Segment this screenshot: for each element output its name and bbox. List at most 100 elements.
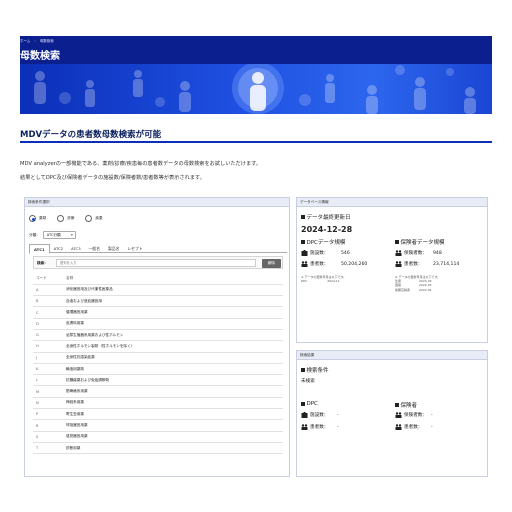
tab-receipt[interactable]: レセプト: [123, 244, 146, 252]
row-code: J: [33, 352, 63, 364]
radio-treatment[interactable]: [57, 215, 65, 222]
chevron-down-icon: ▾: [70, 233, 73, 237]
search-condition-title: 検索条件: [301, 366, 329, 374]
note-value: 2024-11: [327, 279, 340, 284]
radio-label: 疾患: [95, 216, 103, 220]
table-row[interactable]: G 泌尿生殖器系用薬および性ホルモン: [33, 329, 283, 342]
row-name: 感覚器官用薬: [63, 431, 283, 443]
row-name: 神経系用薬: [63, 397, 283, 410]
result-insurer-title: 保険者: [395, 401, 417, 409]
row-name: 全身性抗感染症薬: [63, 352, 283, 364]
row-code: G: [33, 329, 63, 342]
bullet-square-icon: [395, 403, 399, 407]
note-key: DPC: [301, 279, 308, 284]
breadcrumb-current: 母数検索: [39, 39, 54, 43]
panel-header: データベース情報: [297, 198, 487, 207]
table-row[interactable]: P 寄生虫用薬: [33, 408, 283, 421]
clear-button[interactable]: 解除: [262, 258, 281, 268]
tab-atc2[interactable]: ATC2: [50, 244, 67, 252]
table-row[interactable]: K 輸液用薬剤: [33, 363, 283, 376]
table-row[interactable]: B 血液および造血器官用: [33, 295, 283, 308]
bullet-square-icon: [301, 368, 305, 372]
dpc-patient-value: 50,204,260: [341, 261, 368, 267]
result-insurer-count-value: -: [431, 412, 433, 418]
dpc-facility-label: 施設数：: [310, 251, 329, 256]
radio-drug[interactable]: [29, 215, 36, 222]
row-name: 全身性ホルモン製剤（性ホルモンを除く）: [63, 340, 283, 353]
tab-atc3[interactable]: ATC3: [67, 244, 84, 252]
classification-row: 分類： ATC分類 ▾: [29, 231, 76, 239]
keyword-label: 検索：: [37, 260, 48, 265]
page-title: 母数検索: [20, 51, 60, 62]
table-row[interactable]: A 消化器官用及び代謝性医薬品: [33, 284, 283, 297]
table-row[interactable]: S 感覚器官用薬: [33, 431, 283, 443]
table-row[interactable]: J 全身性抗感染症薬: [33, 352, 283, 364]
result-insurer-label: 保険者: [400, 403, 418, 409]
dpc-scale-title: DPCデータ規模: [301, 238, 345, 246]
people-icon: [395, 424, 402, 430]
row-name: 皮膚科用薬: [63, 318, 283, 330]
note-text: ※ データの更新年月は以下です。: [395, 275, 441, 279]
last-update-label: データ最終更新日: [306, 215, 351, 221]
insurer-count-value: 948: [433, 250, 442, 256]
last-update-date: 2024-12-28: [301, 225, 353, 234]
table-header-row: コード 名称: [33, 273, 283, 285]
table-row[interactable]: H 全身性ホルモン製剤（性ホルモンを除く）: [33, 340, 283, 353]
table-row[interactable]: L 抗腫瘍薬および免疫調節剤: [33, 374, 283, 387]
classification-value: ATC分類: [46, 233, 61, 237]
result-dpc-facility-stat: 施設数： -: [301, 412, 339, 418]
classification-select[interactable]: ATC分類 ▾: [42, 231, 76, 239]
row-code: L: [33, 374, 63, 387]
building-icon: [301, 250, 308, 256]
bullet-square-icon: [301, 215, 305, 219]
row-name: 血液および造血器官用: [63, 295, 283, 308]
radio-disease[interactable]: [85, 215, 93, 222]
dpc-patient-stat: 患者数： 50,204,260: [301, 261, 367, 267]
table-row[interactable]: M 筋骨格系用薬: [33, 385, 283, 398]
row-code: N: [33, 397, 63, 410]
table-row[interactable]: C 循環器官用薬: [33, 306, 283, 319]
row-name: 呼吸器官用薬: [63, 419, 283, 432]
people-icon: [301, 261, 308, 267]
tab-generic-name[interactable]: 一般名: [85, 244, 104, 252]
tab-product-name[interactable]: 製品名: [104, 244, 123, 252]
search-condition-panel: 検索条件選択 薬剤 診療 疾患 分類： ATC分類 ▾ ATC1 ATC2 AT…: [24, 197, 290, 477]
row-name: 抗腫瘍薬および免疫調節剤: [63, 374, 283, 387]
result-insurer-count-stat: 保険者数： -: [395, 412, 433, 418]
table-row[interactable]: T 診断用薬: [33, 442, 283, 455]
result-insurer-patient-label: 患者数：: [404, 425, 423, 430]
note-value: 2022-05: [419, 287, 432, 292]
panel-header: 検索条件選択: [25, 198, 289, 207]
breadcrumb-home-link[interactable]: ホーム: [20, 39, 30, 43]
result-dpc-label: DPC: [306, 401, 318, 407]
row-code: S: [33, 431, 63, 443]
row-code: H: [33, 340, 63, 353]
people-icon: [395, 250, 402, 256]
row-name: 消化器官用及び代謝性医薬品: [63, 284, 283, 297]
table-row[interactable]: N 神経系用薬: [33, 397, 283, 410]
keyword-search-box: 検索： 解除: [33, 256, 283, 269]
search-condition-value: 未検索: [301, 379, 315, 384]
database-info-panel: データベース情報 データ最終更新日 2024-12-28 DPCデータ規模 施設…: [296, 197, 488, 343]
note-key: 後期高齢者: [395, 287, 411, 292]
hero-banner: [20, 64, 492, 114]
table-row[interactable]: R 呼吸器官用薬: [33, 419, 283, 432]
table-row[interactable]: D 皮膚科用薬: [33, 318, 283, 330]
bullet-square-icon: [301, 240, 305, 244]
row-code: R: [33, 419, 63, 432]
section-title: MDVデータの患者数母数検索が可能: [20, 130, 162, 140]
result-dpc-title: DPC: [301, 401, 318, 407]
result-facility-label: 施設数：: [310, 413, 329, 418]
dpc-scale-label: DPCデータ規模: [306, 240, 346, 246]
insurer-update-note: ※ データの更新年月は以下です。 生保 2024-09 国保 2022-05 後期高…: [395, 275, 440, 292]
breadcrumb: ホーム › 母数検索: [20, 39, 54, 44]
insurer-count-label: 保険者数：: [404, 251, 427, 256]
tab-atc1[interactable]: ATC1: [29, 244, 50, 254]
result-patient-value: -: [337, 424, 339, 430]
people-icon: [395, 412, 402, 418]
keyword-input[interactable]: [56, 259, 256, 267]
building-icon: [301, 412, 308, 418]
people-icon: [301, 424, 308, 430]
row-code: M: [33, 385, 63, 398]
result-insurer-patient-value: -: [431, 424, 433, 430]
